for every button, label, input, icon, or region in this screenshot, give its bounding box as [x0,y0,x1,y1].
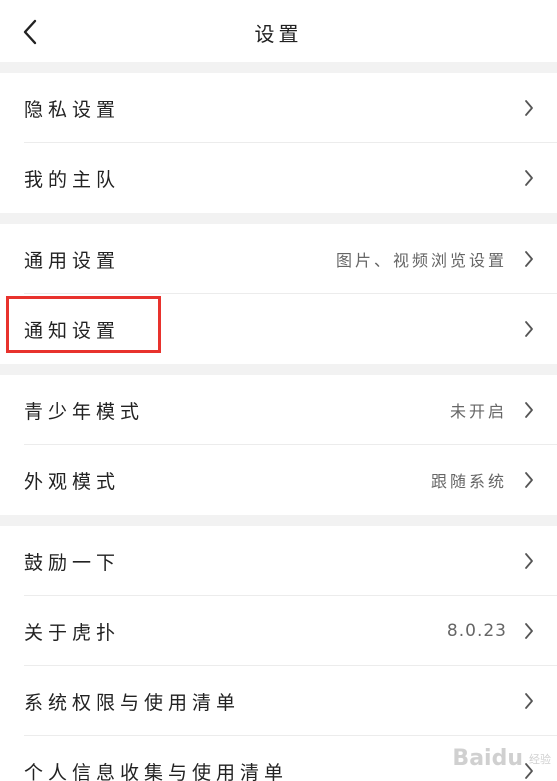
settings-item-encourage[interactable]: 鼓励一下 [0,526,557,596]
settings-item-general[interactable]: 通用设置 图片、视频浏览设置 [0,224,557,294]
chevron-right-icon [521,470,537,490]
chevron-right-icon [521,249,537,269]
settings-item-about[interactable]: 关于虎扑 8.0.23 [0,596,557,666]
item-label: 青少年模式 [24,400,145,423]
chevron-right-icon [521,319,537,339]
watermark-brand: Baidu [452,746,523,771]
section-gap [0,364,557,375]
settings-item-permissions-list[interactable]: 系统权限与使用清单 [0,666,557,736]
navigation-bar: 设置 [0,0,557,62]
item-value: 跟随系统 [430,472,507,491]
chevron-right-icon [521,621,537,641]
settings-item-privacy[interactable]: 隐私设置 [0,73,557,143]
chevron-right-icon [521,168,537,188]
item-label: 鼓励一下 [24,551,121,574]
item-label: 通知设置 [24,319,121,342]
settings-item-notification[interactable]: 通知设置 [0,294,557,364]
item-label: 我的主队 [24,168,121,191]
chevron-right-icon [521,400,537,420]
item-value: 图片、视频浏览设置 [335,251,507,270]
chevron-right-icon [521,98,537,118]
settings-item-appearance[interactable]: 外观模式 跟随系统 [0,445,557,515]
item-label: 个人信息收集与使用清单 [24,761,289,781]
section-gap [0,213,557,224]
item-value: 未开启 [449,402,507,421]
chevron-right-icon [521,691,537,711]
chevron-right-icon [521,551,537,571]
watermark: Baidu 经验 [452,746,551,771]
settings-item-teen-mode[interactable]: 青少年模式 未开启 [0,375,557,445]
settings-item-my-team[interactable]: 我的主队 [0,143,557,213]
item-label: 隐私设置 [24,98,121,121]
section-gap [0,515,557,526]
item-label: 外观模式 [24,470,121,493]
page-title: 设置 [254,22,303,46]
section-gap [0,62,557,73]
watermark-sub: 经验 [529,752,551,766]
item-label: 通用设置 [24,249,121,272]
item-label: 系统权限与使用清单 [24,691,241,714]
item-label: 关于虎扑 [24,621,121,644]
app-version: 8.0.23 [446,621,507,641]
